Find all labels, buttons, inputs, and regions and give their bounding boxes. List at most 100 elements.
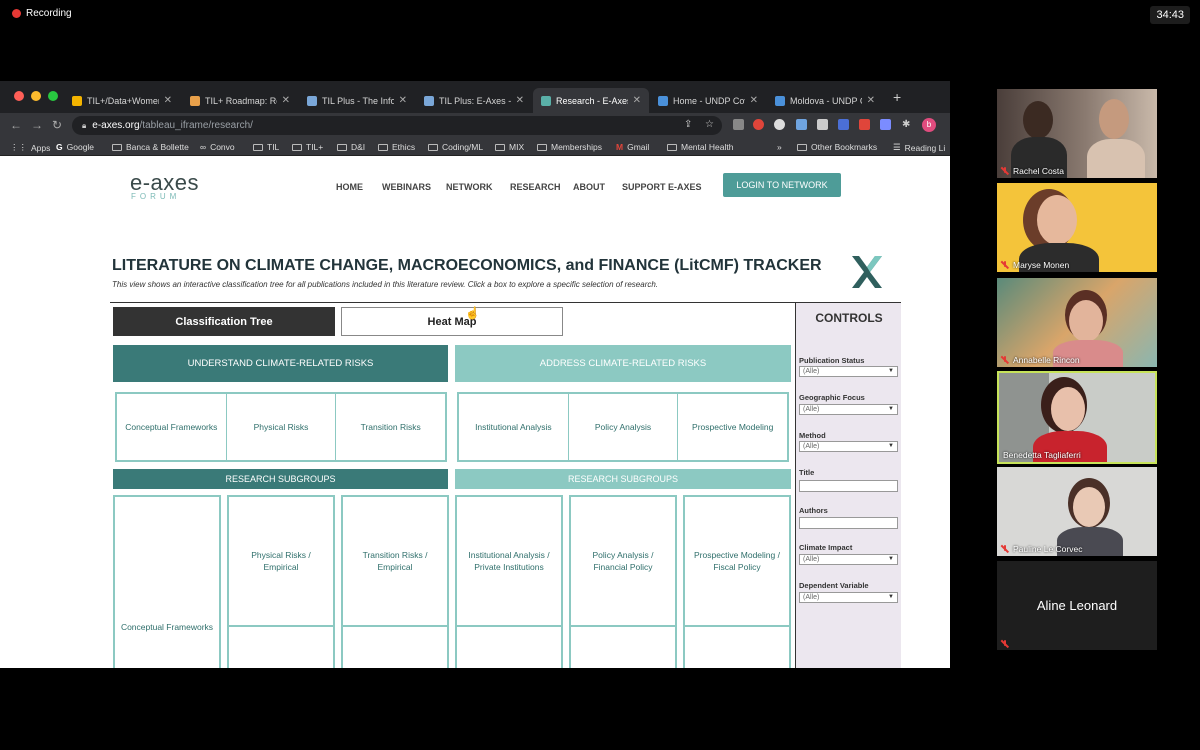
address-risks-header[interactable]: ADDRESS CLIMATE-RELATED RISKS — [455, 345, 791, 382]
extension-icon[interactable] — [733, 119, 744, 130]
method-label: Method — [799, 431, 826, 440]
bookmark-til-plus[interactable]: TIL+ — [292, 142, 323, 152]
participant-name-label: Rachel Costa — [1001, 166, 1064, 176]
tab-close-icon[interactable]: ✕ — [867, 95, 875, 106]
bookmark-di[interactable]: D&I — [337, 142, 365, 152]
subgroup-transition-empirical[interactable]: Transition Risks / Empirical — [341, 495, 449, 668]
extension-icon[interactable] — [796, 119, 807, 130]
browser-toolbar: ← → ↻ 🔒︎ e-axes.org/tableau_iframe/resea… — [0, 113, 950, 138]
subgroup-conceptual-frameworks[interactable]: Conceptual Frameworks — [113, 495, 221, 668]
browser-tab[interactable]: Moldova - UNDP C ✕ — [767, 88, 883, 113]
bookmark-other[interactable]: Other Bookmarks — [797, 142, 877, 152]
category-policy-analysis[interactable]: Policy Analysis — [569, 394, 679, 460]
site-logo[interactable]: e-axes FORUM — [130, 170, 199, 201]
browser-tab[interactable]: Home - UNDP Cov ✕ — [650, 88, 766, 113]
tab-close-icon[interactable]: ✕ — [164, 95, 172, 106]
tab-favicon-icon — [541, 95, 551, 106]
nav-support[interactable]: SUPPORT E-AXES — [622, 182, 702, 192]
bookmark-til[interactable]: TIL — [253, 142, 279, 152]
nav-network[interactable]: NETWORK — [446, 182, 493, 192]
subgroup-modeling-fiscal[interactable]: Prospective Modeling / Fiscal Policy — [683, 495, 791, 668]
address-bar[interactable]: 🔒︎ e-axes.org/tableau_iframe/research/ — [72, 116, 722, 135]
bookmark-mix[interactable]: MIX — [495, 142, 524, 152]
bookmark-ethics[interactable]: Ethics — [378, 142, 415, 152]
tab-classification-tree[interactable]: Classification Tree — [113, 307, 335, 336]
method-select[interactable]: (Alle) ▼ — [799, 441, 898, 452]
bookmarks-overflow[interactable]: » — [777, 142, 782, 152]
bookmark-star-icon[interactable]: ☆ — [705, 119, 714, 130]
tab-close-icon[interactable]: ✕ — [633, 95, 641, 106]
authors-filter-input[interactable] — [799, 517, 898, 529]
participant-video-tile-camera-off[interactable]: Aline Leonard — [997, 561, 1157, 650]
folder-icon — [112, 143, 122, 151]
muted-mic-icon — [1001, 545, 1009, 553]
tab-close-icon[interactable]: ✕ — [282, 95, 290, 106]
extension-icon[interactable] — [838, 119, 849, 130]
new-tab-plus-icon[interactable]: + — [893, 89, 901, 105]
climate-impact-select[interactable]: (Alle) ▼ — [799, 554, 898, 565]
close-window-icon[interactable] — [14, 91, 24, 101]
participant-video-tile[interactable]: Maryse Monen — [997, 183, 1157, 272]
maximize-window-icon[interactable] — [48, 91, 58, 101]
bookmark-banca[interactable]: Banca & Bollette — [112, 142, 189, 152]
subgroup-physical-empirical[interactable]: Physical Risks / Empirical — [227, 495, 335, 668]
puzzle-extensions-icon[interactable]: ✱ — [902, 119, 910, 130]
nav-research[interactable]: RESEARCH — [510, 182, 561, 192]
back-arrow-icon[interactable]: ← — [10, 118, 22, 132]
tab-close-icon[interactable]: ✕ — [516, 95, 524, 106]
category-transition-risks[interactable]: Transition Risks — [336, 394, 445, 460]
participant-video-tile[interactable]: Rachel Costa — [997, 89, 1157, 178]
tab-close-icon[interactable]: ✕ — [399, 95, 407, 106]
participant-name-label: Maryse Monen — [1001, 260, 1069, 270]
folder-icon — [378, 143, 388, 151]
category-conceptual-frameworks[interactable]: Conceptual Frameworks — [117, 394, 227, 460]
nav-webinars[interactable]: WEBINARS — [382, 182, 431, 192]
tab-close-icon[interactable]: ✕ — [750, 95, 758, 106]
understand-risks-header[interactable]: UNDERSTAND CLIMATE-RELATED RISKS — [113, 345, 448, 382]
subgroup-institutional-private[interactable]: Institutional Analysis / Private Institu… — [455, 495, 563, 668]
extension-icon[interactable] — [859, 119, 870, 130]
authors-filter-label: Authors — [799, 506, 828, 515]
dependent-variable-select[interactable]: (Alle) ▼ — [799, 592, 898, 603]
publication-status-label: Publication Status — [799, 356, 865, 365]
browser-tab-active[interactable]: Research - E-Axes ✕ — [533, 88, 649, 113]
bookmark-coding[interactable]: Coding/ML — [428, 142, 483, 152]
bookmark-memberships[interactable]: Memberships — [537, 142, 602, 152]
login-button[interactable]: LOGIN TO NETWORK — [723, 173, 841, 197]
minimize-window-icon[interactable] — [31, 91, 41, 101]
reload-icon[interactable]: ↻ — [52, 118, 62, 132]
extension-icon[interactable] — [880, 119, 891, 130]
publication-status-select[interactable]: (Alle) ▼ — [799, 366, 898, 377]
bookmark-gmail[interactable]: M Gmail — [616, 142, 649, 152]
extension-icon[interactable] — [817, 119, 828, 130]
participant-video-tile[interactable]: Pauline Le Corvec — [997, 467, 1157, 556]
extension-icon[interactable] — [774, 119, 785, 130]
browser-tab[interactable]: TIL Plus - The Infor ✕ — [299, 88, 415, 113]
bookmark-reading-list[interactable]: ☰ Reading Li — [893, 142, 945, 153]
bookmark-apps[interactable]: ⋮⋮ Apps — [10, 142, 50, 153]
category-prospective-modeling[interactable]: Prospective Modeling — [678, 394, 787, 460]
browser-tab[interactable]: TIL Plus: E-Axes - T ✕ — [416, 88, 532, 113]
category-physical-risks[interactable]: Physical Risks — [227, 394, 337, 460]
browser-tab[interactable]: TIL+/Data+Womer ✕ — [64, 88, 180, 113]
bookmark-mental-health[interactable]: Mental Health — [667, 142, 733, 152]
tab-heat-map[interactable]: Heat Map — [341, 307, 563, 336]
profile-avatar[interactable]: b — [922, 118, 936, 132]
extension-icon[interactable] — [753, 119, 764, 130]
participant-face — [1099, 99, 1129, 139]
title-filter-input[interactable] — [799, 480, 898, 492]
nav-about[interactable]: ABOUT — [573, 182, 605, 192]
browser-tab[interactable]: TIL+ Roadmap: Ro ✕ — [182, 88, 298, 113]
bookmark-google[interactable]: G Google — [56, 142, 94, 152]
geographic-focus-select[interactable]: (Alle) ▼ — [799, 404, 898, 415]
category-institutional-analysis[interactable]: Institutional Analysis — [459, 394, 569, 460]
participant-video-tile[interactable]: Annabelle Rincon — [997, 278, 1157, 367]
subgroup-policy-financial[interactable]: Policy Analysis / Financial Policy — [569, 495, 677, 668]
forward-arrow-icon[interactable]: → — [31, 118, 43, 132]
link-icon: ∞ — [200, 142, 207, 152]
share-icon[interactable]: ⇪ — [684, 119, 692, 130]
nav-home[interactable]: HOME — [336, 182, 363, 192]
bookmark-convo[interactable]: ∞ Convo — [200, 142, 235, 152]
participant-video-tile-active-speaker[interactable]: Benedetta Tagliaferri — [997, 371, 1157, 464]
apps-grid-icon: ⋮⋮ — [10, 142, 27, 152]
